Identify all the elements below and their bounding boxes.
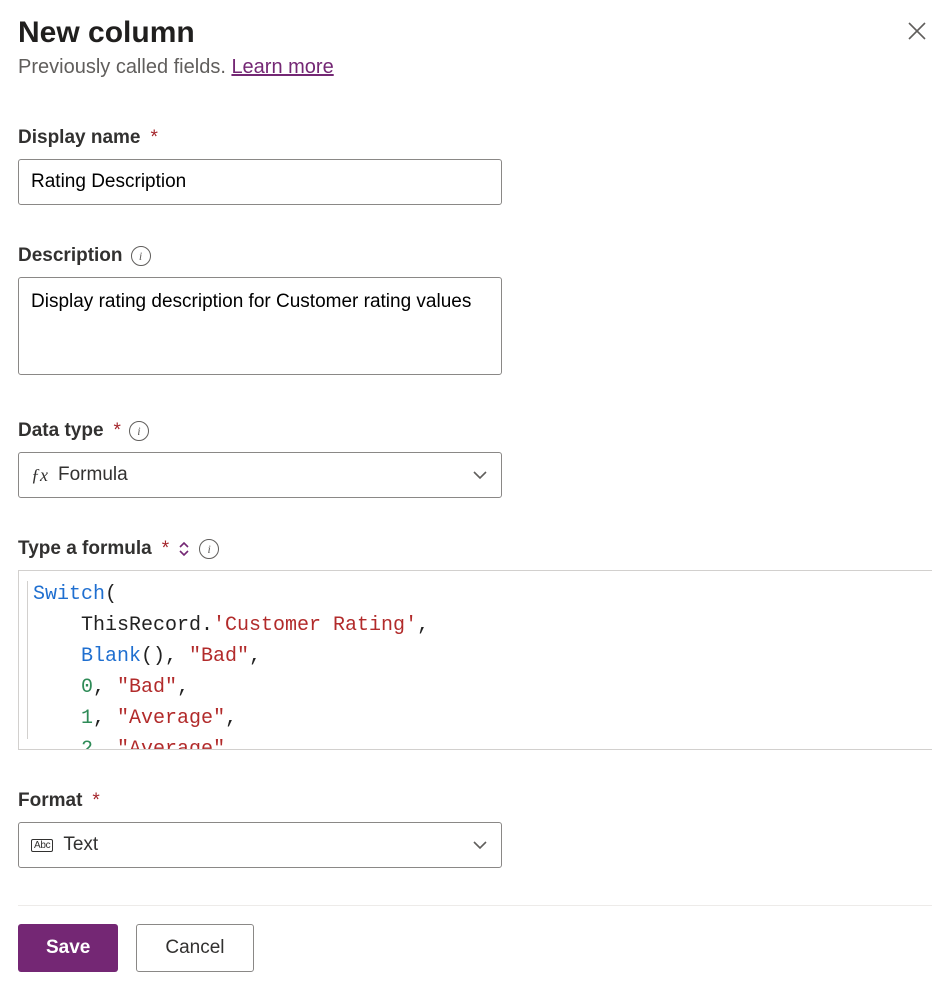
format-select[interactable]: Abc Text <box>18 822 502 868</box>
data-type-select[interactable]: ƒx Formula <box>18 452 502 498</box>
formula-editor[interactable]: Switch( ThisRecord.'Customer Rating', Bl… <box>18 570 932 750</box>
new-column-panel: New column Previously called fields. Lea… <box>0 0 950 990</box>
close-button[interactable] <box>902 16 932 46</box>
description-input[interactable]: Display rating description for Customer … <box>18 277 502 375</box>
expand-collapse-icon[interactable] <box>177 541 191 557</box>
info-icon[interactable]: i <box>199 539 219 559</box>
formula-label-text: Type a formula <box>18 538 152 560</box>
panel-subtitle: Previously called fields. Learn more <box>18 56 932 79</box>
display-name-label-text: Display name <box>18 127 141 149</box>
formula-label: Type a formula * i <box>18 538 932 560</box>
info-icon[interactable]: i <box>131 246 151 266</box>
required-indicator: * <box>92 790 99 812</box>
save-button[interactable]: Save <box>18 924 118 972</box>
field-data-type: Data type * i ƒx Formula <box>18 420 932 498</box>
close-icon <box>906 20 928 42</box>
description-label: Description i <box>18 245 932 267</box>
description-label-text: Description <box>18 245 123 267</box>
panel-footer: Save Cancel <box>18 905 932 990</box>
display-name-input[interactable] <box>18 159 502 205</box>
data-type-value: Formula <box>58 464 128 486</box>
format-label: Format * <box>18 790 932 812</box>
field-formula: Type a formula * i Switch( ThisRecord.'Cu… <box>18 538 932 750</box>
chevron-down-icon <box>471 466 489 484</box>
data-type-label-text: Data type <box>18 420 104 442</box>
field-format: Format * Abc Text <box>18 790 932 868</box>
subtitle-text: Previously called fields. <box>18 56 231 78</box>
required-indicator: * <box>114 420 121 442</box>
formula-icon: ƒx <box>31 465 48 486</box>
cancel-button[interactable]: Cancel <box>136 924 253 972</box>
chevron-down-icon <box>471 836 489 854</box>
display-name-label: Display name * <box>18 127 932 149</box>
required-indicator: * <box>151 127 158 149</box>
data-type-label: Data type * i <box>18 420 932 442</box>
info-icon[interactable]: i <box>129 421 149 441</box>
field-display-name: Display name * <box>18 127 932 205</box>
panel-title: New column <box>18 16 195 50</box>
field-description: Description i Display rating description… <box>18 245 932 380</box>
required-indicator: * <box>162 538 169 560</box>
text-icon: Abc <box>31 839 53 852</box>
panel-header: New column <box>18 16 932 50</box>
format-value: Text <box>63 834 98 856</box>
format-label-text: Format <box>18 790 82 812</box>
learn-more-link[interactable]: Learn more <box>231 56 333 78</box>
